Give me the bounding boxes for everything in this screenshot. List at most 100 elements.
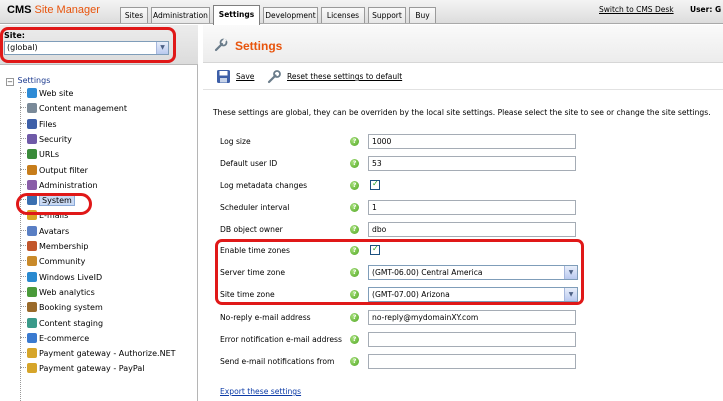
- tree-item-label: Membership: [39, 242, 89, 251]
- logo-cms: CMS: [7, 4, 32, 16]
- label-scheduler-interval: Scheduler interval: [220, 203, 290, 212]
- tree-item-label: Payment gateway - Authorize.NET: [39, 349, 176, 359]
- tree-item-label: E-commerce: [39, 333, 90, 343]
- tab-licenses[interactable]: Licenses: [321, 7, 365, 23]
- export-settings-link[interactable]: Export these settings: [220, 387, 301, 396]
- tree-item-label: URLs: [39, 150, 60, 160]
- floppy-icon: [27, 118, 37, 129]
- tree-item[interactable]: Avatars: [20, 225, 69, 239]
- save-button[interactable]: Save: [236, 72, 254, 81]
- db-object-owner-input[interactable]: dbo: [368, 222, 576, 237]
- highlight-time-zones: [215, 239, 584, 305]
- tree-item-label: Files: [39, 119, 57, 129]
- label-send-email-from: Send e-mail notifications from: [220, 357, 335, 366]
- membership-icon: [27, 241, 37, 251]
- collapse-icon[interactable]: −: [6, 78, 14, 86]
- tree-item[interactable]: Membership: [20, 240, 88, 254]
- tree-item-label: Web site: [39, 89, 74, 98]
- tree-item[interactable]: Administration: [20, 179, 98, 193]
- tree-item-label: Administration: [39, 180, 98, 190]
- tree-connector: [20, 137, 26, 139]
- scheduler-interval-input[interactable]: 1: [368, 200, 576, 215]
- tree-item[interactable]: Payment gateway - PayPal: [20, 362, 144, 376]
- switch-to-cms-desk-link[interactable]: Switch to CMS Desk: [599, 5, 674, 14]
- tree-connector: [20, 92, 26, 93]
- tree-item-label: Community: [39, 257, 86, 267]
- tree-connector: [20, 352, 26, 354]
- tree-root-settings[interactable]: − Settings: [6, 76, 50, 86]
- staging-icon: [27, 317, 37, 328]
- help-icon[interactable]: ?: [350, 203, 359, 212]
- tree-item[interactable]: Web analytics: [20, 286, 95, 300]
- tree-item-label: Output filter: [39, 165, 88, 175]
- tab-support[interactable]: Support: [368, 7, 406, 23]
- logo-site-manager: Site Manager: [34, 4, 100, 16]
- community-icon: [27, 256, 37, 267]
- default-user-id-input[interactable]: 53: [368, 156, 576, 171]
- no-reply-email-input[interactable]: no-reply@mydomainXY.com: [368, 310, 576, 325]
- tree-item[interactable]: Community: [20, 255, 85, 269]
- tree-item[interactable]: Output filter: [20, 164, 88, 178]
- tree-item-label: Avatars: [39, 226, 70, 236]
- label-default-user-id: Default user ID: [220, 159, 278, 168]
- tree-item-label: Booking system: [39, 303, 103, 313]
- top-header: CMS Site Manager Sites Administration Se…: [0, 0, 723, 25]
- help-icon[interactable]: ?: [350, 225, 359, 234]
- help-icon[interactable]: ?: [350, 313, 359, 322]
- tree-item[interactable]: E-commerce: [20, 332, 89, 346]
- tree-connector: [20, 367, 26, 369]
- tree-item[interactable]: Payment gateway - Authorize.NET: [20, 347, 176, 361]
- tree-item-label: Content staging: [39, 318, 104, 328]
- tab-sites[interactable]: Sites: [120, 7, 148, 23]
- globe-icon: [27, 88, 37, 98]
- pencil-doc-icon: [27, 103, 37, 114]
- tree-item[interactable]: Security: [20, 133, 72, 147]
- tree-item[interactable]: URLs: [20, 148, 59, 162]
- user-label: User: G: [690, 5, 722, 14]
- tab-settings[interactable]: Settings: [213, 5, 260, 25]
- tree-item[interactable]: Files: [20, 118, 57, 132]
- help-icon[interactable]: ?: [350, 159, 359, 168]
- tree-item[interactable]: Content staging: [20, 317, 103, 331]
- label-log-size: Log size: [220, 137, 251, 146]
- tree-connector: [20, 168, 26, 170]
- tab-buy[interactable]: Buy: [409, 7, 436, 23]
- reset-wrench-icon[interactable]: [267, 69, 282, 84]
- help-icon[interactable]: ?: [350, 137, 359, 146]
- left-panel: Site: (global) ▼ − Settings Web site Cont…: [0, 25, 198, 401]
- wrench-icon: [214, 38, 228, 52]
- help-icon[interactable]: ?: [350, 357, 359, 366]
- tree-item[interactable]: Windows LiveID: [20, 271, 102, 285]
- tree-connector: [20, 245, 26, 246]
- liveid-icon: [27, 271, 37, 282]
- log-size-input[interactable]: 1000: [368, 134, 576, 149]
- tree-connector: [20, 122, 26, 124]
- tree-item-label: Web analytics: [39, 287, 95, 297]
- log-metadata-checkbox[interactable]: ✓: [370, 179, 380, 190]
- label-error-notification-email: Error notification e-mail address: [220, 335, 342, 344]
- save-icon[interactable]: [216, 69, 231, 84]
- tree-item[interactable]: Booking system: [20, 301, 103, 315]
- security-icon: [27, 133, 37, 144]
- highlight-site-selector: [0, 27, 176, 63]
- highlight-system-item: [16, 193, 92, 215]
- admin-icon: [27, 179, 37, 190]
- tree-connector: [20, 107, 26, 109]
- send-email-from-input[interactable]: [368, 354, 576, 369]
- page-title: Settings: [235, 39, 283, 53]
- tree-item-label: Content management: [39, 104, 127, 114]
- tree-item[interactable]: Web site: [20, 87, 73, 101]
- tree-connector: [20, 306, 26, 308]
- url-icon: [27, 149, 37, 160]
- payment-icon: [27, 363, 37, 374]
- label-no-reply-email: No-reply e-mail address: [220, 313, 311, 322]
- reset-settings-button[interactable]: Reset these settings to default: [287, 72, 402, 81]
- tab-development[interactable]: Development: [263, 7, 318, 23]
- tab-administration[interactable]: Administration: [151, 7, 210, 23]
- tree-connector: [20, 336, 26, 338]
- tree-connector: [20, 183, 26, 185]
- error-notification-email-input[interactable]: [368, 332, 576, 347]
- tree-item[interactable]: Content management: [20, 102, 127, 116]
- help-icon[interactable]: ?: [350, 335, 359, 344]
- help-icon[interactable]: ?: [350, 181, 359, 190]
